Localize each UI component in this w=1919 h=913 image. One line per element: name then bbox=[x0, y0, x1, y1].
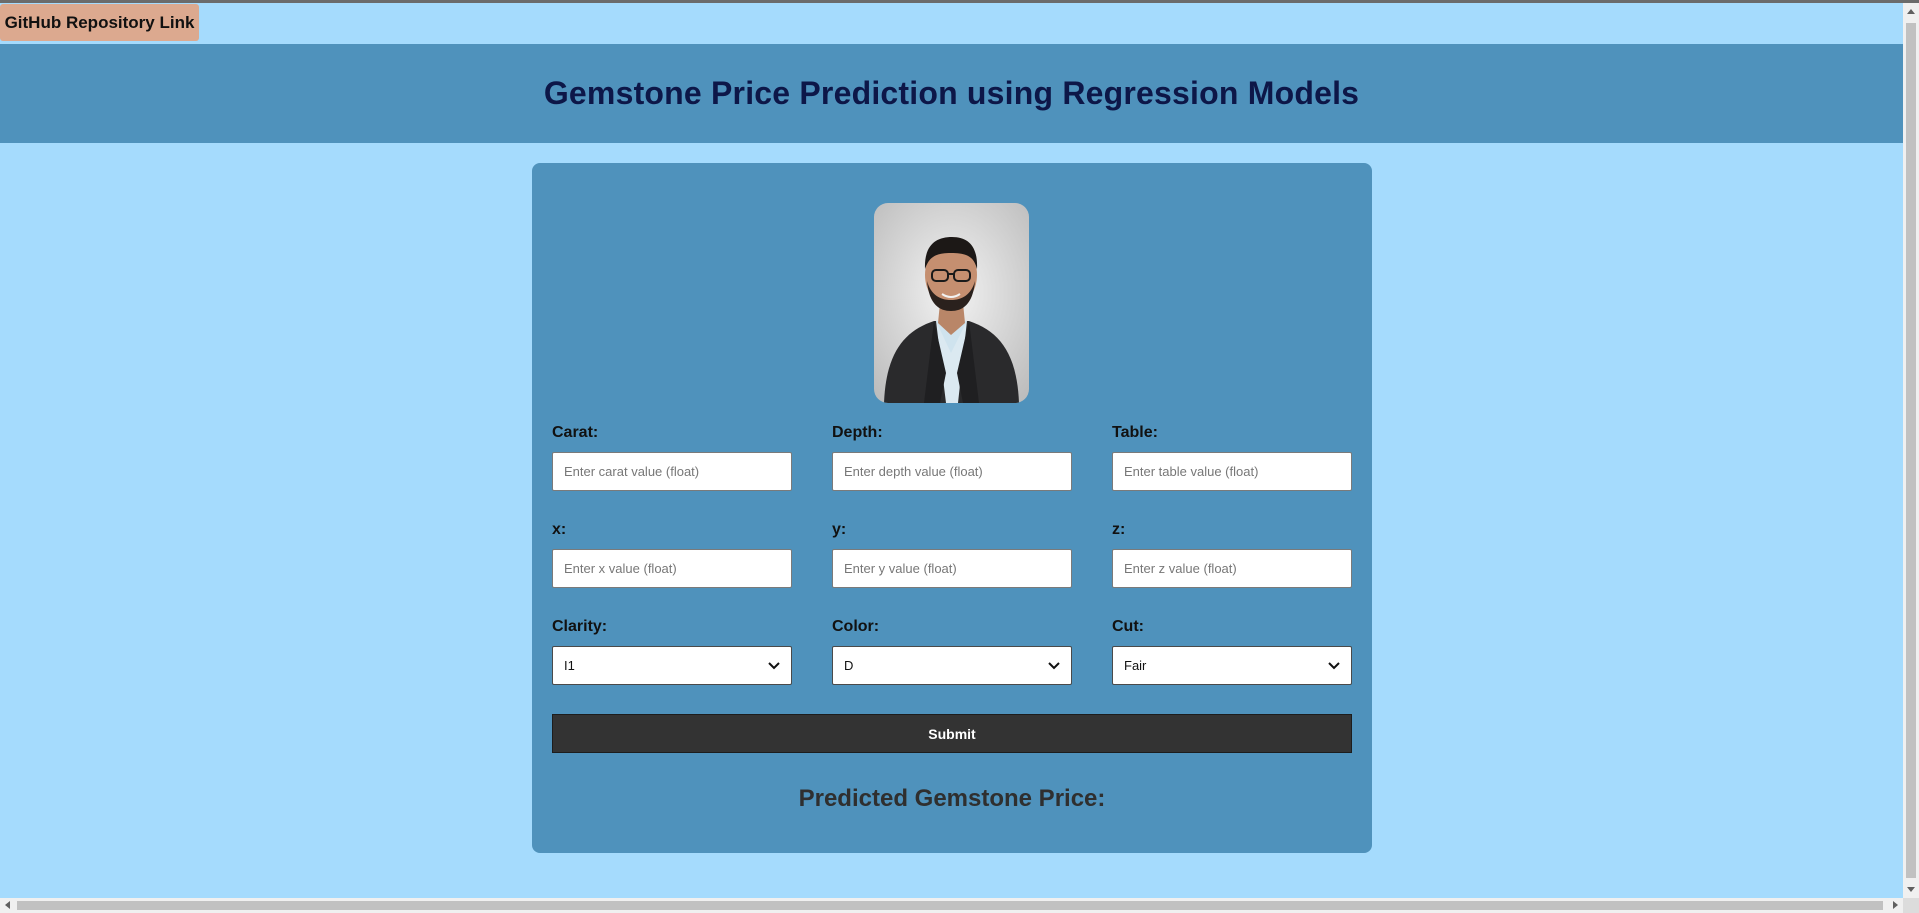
cut-label: Cut: bbox=[1112, 618, 1144, 635]
color-select[interactable]: D bbox=[832, 646, 1072, 685]
page-title: Gemstone Price Prediction using Regressi… bbox=[543, 75, 1360, 111]
x-input[interactable] bbox=[552, 549, 792, 588]
y-label: y: bbox=[832, 521, 847, 538]
github-repository-link[interactable]: GitHub Repository Link bbox=[0, 4, 199, 41]
z-field-group: z: bbox=[1112, 520, 1352, 588]
cut-selected-value: Fair bbox=[1124, 658, 1147, 673]
page-header: Gemstone Price Prediction using Regressi… bbox=[0, 44, 1903, 143]
chevron-down-icon bbox=[1328, 661, 1340, 669]
predicted-price-heading: Predicted Gemstone Price: bbox=[798, 785, 1106, 812]
depth-input[interactable] bbox=[832, 452, 1072, 491]
chevron-down-icon bbox=[768, 661, 780, 669]
table-field-group: Table: bbox=[1112, 423, 1352, 491]
z-label: z: bbox=[1112, 521, 1126, 538]
z-input[interactable] bbox=[1112, 549, 1352, 588]
chevron-down-icon bbox=[1048, 661, 1060, 669]
depth-label: Depth: bbox=[832, 424, 883, 441]
carat-field-group: Carat: bbox=[552, 423, 792, 491]
browser-top-border bbox=[0, 0, 1919, 3]
color-selected-value: D bbox=[844, 658, 854, 673]
table-input[interactable] bbox=[1112, 452, 1352, 491]
horizontal-scroll-thumb[interactable] bbox=[17, 901, 1883, 910]
submit-button[interactable]: Submit bbox=[552, 714, 1352, 753]
carat-label: Carat: bbox=[552, 424, 599, 441]
prediction-form-card: Carat: Depth: Table: x: y: z: Clarity: I… bbox=[532, 163, 1372, 853]
depth-field-group: Depth: bbox=[832, 423, 1072, 491]
scrollbar-corner bbox=[1903, 898, 1919, 913]
y-field-group: y: bbox=[832, 520, 1072, 588]
y-input[interactable] bbox=[832, 549, 1072, 588]
cut-select[interactable]: Fair bbox=[1112, 646, 1352, 685]
color-field-group: Color: D bbox=[832, 617, 1072, 685]
profile-photo bbox=[874, 203, 1029, 403]
clarity-selected-value: I1 bbox=[564, 658, 575, 673]
table-label: Table: bbox=[1112, 424, 1158, 441]
horizontal-scrollbar[interactable] bbox=[0, 898, 1903, 913]
carat-input[interactable] bbox=[552, 452, 792, 491]
scroll-right-icon[interactable] bbox=[1893, 901, 1898, 909]
clarity-select[interactable]: I1 bbox=[552, 646, 792, 685]
x-field-group: x: bbox=[552, 520, 792, 588]
scroll-down-icon[interactable] bbox=[1907, 887, 1915, 892]
clarity-label: Clarity: bbox=[552, 618, 608, 635]
vertical-scrollbar[interactable] bbox=[1903, 3, 1919, 898]
cut-field-group: Cut: Fair bbox=[1112, 617, 1352, 685]
vertical-scroll-thumb[interactable] bbox=[1906, 23, 1916, 878]
scroll-left-icon[interactable] bbox=[5, 901, 10, 909]
clarity-field-group: Clarity: I1 bbox=[552, 617, 792, 685]
scroll-up-icon[interactable] bbox=[1907, 9, 1915, 14]
x-label: x: bbox=[552, 521, 567, 538]
color-label: Color: bbox=[832, 618, 880, 635]
